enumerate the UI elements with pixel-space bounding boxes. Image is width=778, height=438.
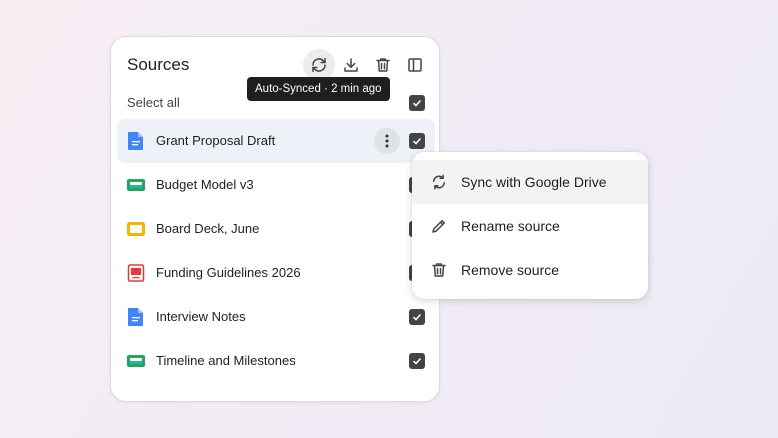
menu-item-label: Sync with Google Drive: [461, 174, 607, 190]
panel-title: Sources: [127, 55, 190, 74]
google-sheets-icon: [127, 355, 145, 367]
menu-item-label: Remove source: [461, 262, 560, 278]
sources-panel: Sources Select all Grant Proposal Draft: [110, 36, 440, 402]
checkmark-icon: [412, 313, 422, 321]
pdf-icon: [127, 264, 145, 282]
google-slides-icon: [127, 222, 145, 236]
google-docs-icon: [128, 308, 143, 326]
source-row-grant-proposal-draft[interactable]: Grant Proposal Draft: [117, 119, 435, 163]
menu-item-label: Rename source: [461, 218, 560, 234]
checkmark-icon: [412, 99, 422, 107]
source-label: Funding Guidelines 2026: [156, 265, 301, 280]
source-row-board-deck-june[interactable]: Board Deck, June: [117, 207, 435, 251]
trash-icon: [432, 263, 446, 277]
download-icon: [344, 58, 358, 72]
google-sheets-icon: [127, 179, 145, 191]
source-checkbox[interactable]: [409, 309, 425, 325]
sync-status-tooltip: Auto-Synced · 2 min ago: [247, 77, 390, 101]
source-context-menu: Sync with Google Drive Rename source Rem…: [412, 152, 648, 299]
trash-icon: [376, 58, 390, 72]
source-row-funding-guidelines-2026[interactable]: Funding Guidelines 2026: [117, 251, 435, 295]
sync-icon: [312, 57, 326, 73]
source-row-interview-notes[interactable]: Interview Notes: [117, 295, 435, 339]
source-checkbox[interactable]: [409, 133, 425, 149]
source-label: Grant Proposal Draft: [156, 133, 276, 148]
menu-item-rename-source[interactable]: Rename source: [412, 204, 648, 248]
menu-item-remove-source[interactable]: Remove source: [412, 248, 648, 292]
checkmark-icon: [412, 137, 422, 145]
source-label: Board Deck, June: [156, 221, 260, 236]
more-options-button[interactable]: [374, 128, 400, 154]
sidebar-panel-icon: [408, 58, 422, 72]
source-label: Budget Model v3: [156, 177, 254, 192]
source-row-budget-model-v3[interactable]: Budget Model v3: [117, 163, 435, 207]
source-label: Timeline and Milestones: [156, 353, 296, 368]
select-all-label: Select all: [127, 95, 180, 110]
source-label: Interview Notes: [156, 309, 246, 324]
more-vert-icon: [385, 134, 389, 148]
checkmark-icon: [412, 357, 422, 365]
select-all-checkbox[interactable]: [409, 95, 425, 111]
sync-icon: [433, 174, 445, 190]
google-docs-icon: [128, 132, 143, 150]
pencil-icon: [432, 220, 445, 233]
menu-item-sync-with-google-drive[interactable]: Sync with Google Drive: [412, 160, 648, 204]
source-row-timeline-and-milestones[interactable]: Timeline and Milestones: [117, 339, 435, 383]
source-checkbox[interactable]: [409, 353, 425, 369]
collapse-panel-button[interactable]: [399, 49, 431, 81]
